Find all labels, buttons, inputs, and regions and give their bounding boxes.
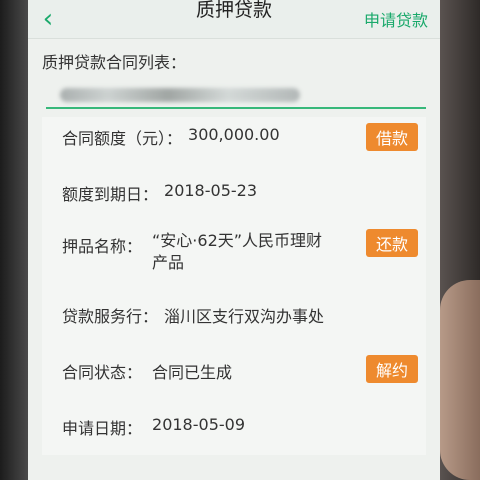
borrow-button[interactable]: 借款 [366,123,418,151]
expiry-value: 2018-05-23 [164,181,257,200]
branch-label: 贷款服务行： [62,307,159,326]
expiry-row: 额度到期日： 2018-05-23 [42,181,426,233]
blurred-contract-number [60,88,300,102]
chevron-left-icon: ‹ [42,4,54,34]
apply-date-value: 2018-05-09 [152,415,245,434]
screen: ‹ 质押贷款 申请贷款 质押贷款合同列表： 合同额度（元）： 300,000.0… [28,0,440,480]
status-value: 合同已生成 [152,363,233,382]
apply-loan-link[interactable]: 申请贷款 [364,7,428,31]
branch-value: 淄川区支行双沟办事处 [164,307,325,326]
back-button[interactable]: ‹ [28,0,68,38]
expiry-label: 额度到期日： [62,185,159,204]
contract-list-title: 质押贷款合同列表： [42,53,187,72]
status-label: 合同状态： [62,363,143,382]
finger [440,280,480,480]
pledge-value: “安心·62天”人民币理财产品 [152,231,323,272]
pledge-row: 押品名称： “安心·62天”人民币理财产品 还款 [42,229,426,303]
contract-card: 合同额度（元）： 300,000.00 借款 额度到期日： 2018-05-23… [42,117,426,455]
contract-number-row[interactable] [46,83,426,109]
amount-label: 合同额度（元）： [62,129,183,148]
apply-date-row: 申请日期： 2018-05-09 [42,415,426,455]
status-row: 合同状态： 合同已生成 解约 [42,355,426,415]
cancel-contract-button[interactable]: 解约 [366,355,418,383]
phone-bezel-left [0,0,28,480]
amount-value: 300,000.00 [188,125,280,144]
header: ‹ 质押贷款 申请贷款 [28,0,440,39]
apply-date-label: 申请日期： [62,419,143,438]
pledge-label: 押品名称： [62,237,143,256]
amount-row: 合同额度（元）： 300,000.00 借款 [42,117,426,181]
branch-row: 贷款服务行： 淄川区支行双沟办事处 [42,303,426,359]
repay-button[interactable]: 还款 [366,229,418,257]
